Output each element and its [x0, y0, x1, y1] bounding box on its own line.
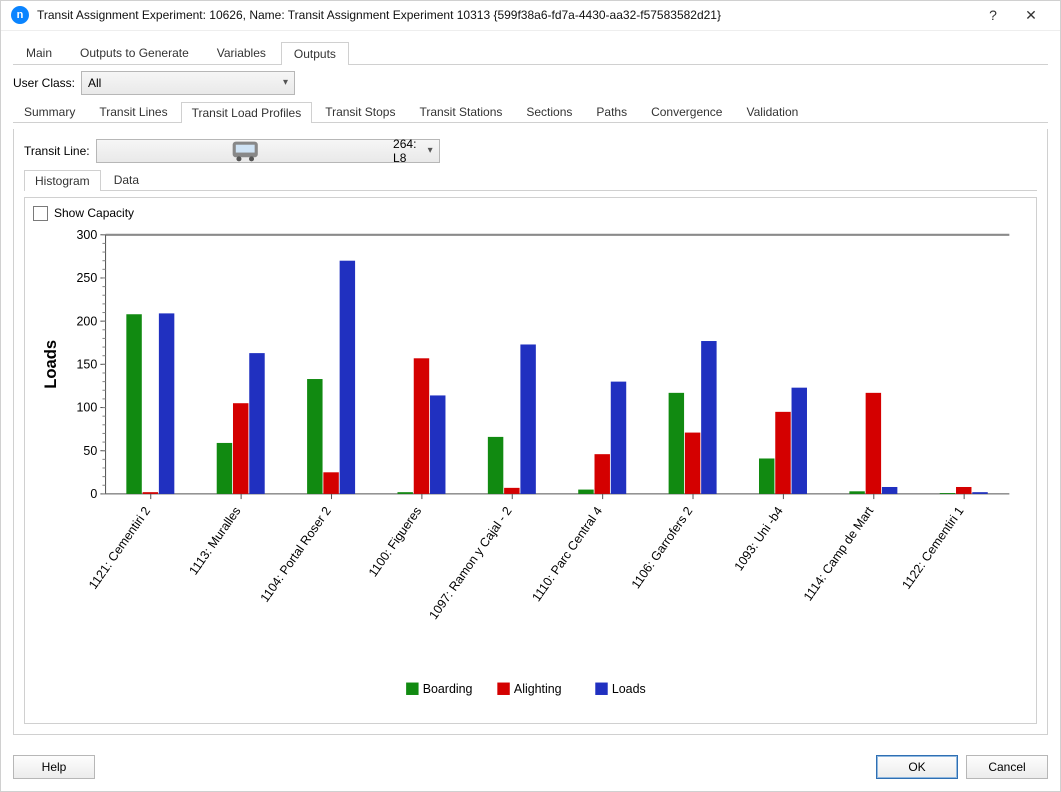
transit-line-value: 264: L8: [393, 137, 428, 165]
svg-text:0: 0: [90, 487, 97, 501]
tab-validation[interactable]: Validation: [735, 101, 809, 122]
legend-swatch: [595, 682, 607, 694]
bar: [323, 472, 338, 494]
bar: [578, 489, 593, 493]
help-button[interactable]: Help: [13, 755, 95, 779]
bar: [159, 313, 174, 494]
bar: [956, 487, 971, 494]
bar: [759, 458, 774, 493]
outputs-pane: Transit Line: 264: L8 ▾ HistogramData Sh…: [13, 129, 1048, 735]
bar: [792, 388, 807, 494]
tabs-main: MainOutputs to GenerateVariablesOutputs: [13, 41, 1048, 65]
bar: [126, 314, 141, 494]
bar: [233, 403, 248, 494]
tab-transit-stops[interactable]: Transit Stops: [314, 101, 406, 122]
bar: [940, 493, 955, 494]
category-label: 1121: Cementiri 2: [86, 504, 153, 592]
tab-convergence[interactable]: Convergence: [640, 101, 733, 122]
legend-label: Alighting: [514, 682, 562, 696]
tab-paths[interactable]: Paths: [585, 101, 638, 122]
bar: [307, 379, 322, 494]
tab-transit-lines[interactable]: Transit Lines: [88, 101, 178, 122]
svg-text:250: 250: [77, 271, 98, 285]
cancel-button[interactable]: Cancel: [966, 755, 1048, 779]
category-label: 1097: Ramon y Cajal - 2: [426, 504, 514, 622]
bar: [849, 491, 864, 494]
bar: [669, 393, 684, 494]
tab-data[interactable]: Data: [103, 169, 150, 190]
tab-summary[interactable]: Summary: [13, 101, 86, 122]
category-label: 1113: Muralles: [186, 504, 243, 577]
svg-text:300: 300: [77, 228, 98, 242]
svg-text:200: 200: [77, 314, 98, 328]
tabs-outputs: SummaryTransit LinesTransit Load Profile…: [13, 101, 1048, 123]
bar: [143, 492, 158, 494]
transit-line-label: Transit Line:: [24, 144, 90, 158]
bar: [685, 432, 700, 493]
transit-line-select[interactable]: 264: L8 ▾: [96, 139, 440, 163]
bar: [882, 487, 897, 494]
chevron-down-icon: ▾: [428, 145, 433, 156]
bar: [701, 341, 716, 494]
bar: [249, 353, 264, 494]
svg-text:50: 50: [83, 444, 97, 458]
close-button[interactable]: ✕: [1012, 7, 1050, 24]
category-label: 1093: Uni -b4: [732, 504, 786, 573]
tab-outputs[interactable]: Outputs: [281, 42, 349, 65]
tabs-view: HistogramData: [24, 169, 1037, 191]
help-title-button[interactable]: ?: [974, 7, 1012, 23]
category-label: 1106: Garrofers 2: [629, 504, 696, 591]
show-capacity-label: Show Capacity: [54, 206, 134, 220]
user-class-select[interactable]: All ▾: [81, 71, 295, 95]
bar: [866, 393, 881, 494]
legend-label: Loads: [612, 682, 646, 696]
show-capacity-checkbox[interactable]: Show Capacity: [33, 206, 1028, 221]
bar: [397, 492, 412, 494]
chevron-down-icon: ▾: [283, 77, 288, 88]
tab-histogram[interactable]: Histogram: [24, 170, 101, 191]
bar: [504, 488, 519, 494]
bar: [595, 454, 610, 494]
bar: [430, 395, 445, 493]
chart: 0 50 100 150 200 250 300 Loads 1121: Cementiri 2…: [33, 225, 1028, 715]
user-class-label: User Class:: [13, 76, 75, 90]
category-label: 1100: Figueres: [366, 504, 424, 579]
ok-button[interactable]: OK: [876, 755, 958, 779]
window-title: Transit Assignment Experiment: 10626, Na…: [37, 8, 974, 22]
bar: [217, 443, 232, 494]
svg-text:150: 150: [77, 357, 98, 371]
category-label: 1110: Parc Central 4: [529, 504, 605, 604]
tab-transit-stations[interactable]: Transit Stations: [408, 101, 513, 122]
bar: [414, 358, 429, 494]
tab-main[interactable]: Main: [13, 41, 65, 64]
bar: [488, 437, 503, 494]
legend-label: Boarding: [423, 682, 473, 696]
legend-swatch: [406, 682, 418, 694]
checkbox-box: [33, 206, 48, 221]
category-label: 1104: Portal Roser 2: [258, 504, 334, 605]
user-class-value: All: [88, 76, 101, 90]
dialog-content: MainOutputs to GenerateVariablesOutputs …: [1, 31, 1060, 747]
app-icon: n: [11, 6, 29, 24]
dialog-footer: Help OK Cancel: [1, 747, 1060, 791]
tab-outputs-to-generate[interactable]: Outputs to Generate: [67, 41, 202, 64]
titlebar: n Transit Assignment Experiment: 10626, …: [1, 1, 1060, 31]
category-label: 1122: Cementiri 1: [899, 504, 966, 592]
tab-sections[interactable]: Sections: [515, 101, 583, 122]
tab-variables[interactable]: Variables: [204, 41, 279, 64]
bus-icon: [103, 140, 387, 162]
svg-text:100: 100: [77, 401, 98, 415]
bar: [611, 381, 626, 493]
histogram-pane: Show Capacity 0 50 100 150 200 250 300 Loads 112…: [24, 197, 1037, 724]
legend-swatch: [497, 682, 509, 694]
tab-transit-load-profiles[interactable]: Transit Load Profiles: [181, 102, 313, 123]
bar: [520, 344, 535, 493]
bar: [775, 412, 790, 494]
bar: [340, 261, 355, 494]
svg-text:Loads: Loads: [41, 340, 60, 389]
bar: [972, 492, 987, 494]
category-label: 1114: Camp de Mart: [801, 504, 877, 604]
